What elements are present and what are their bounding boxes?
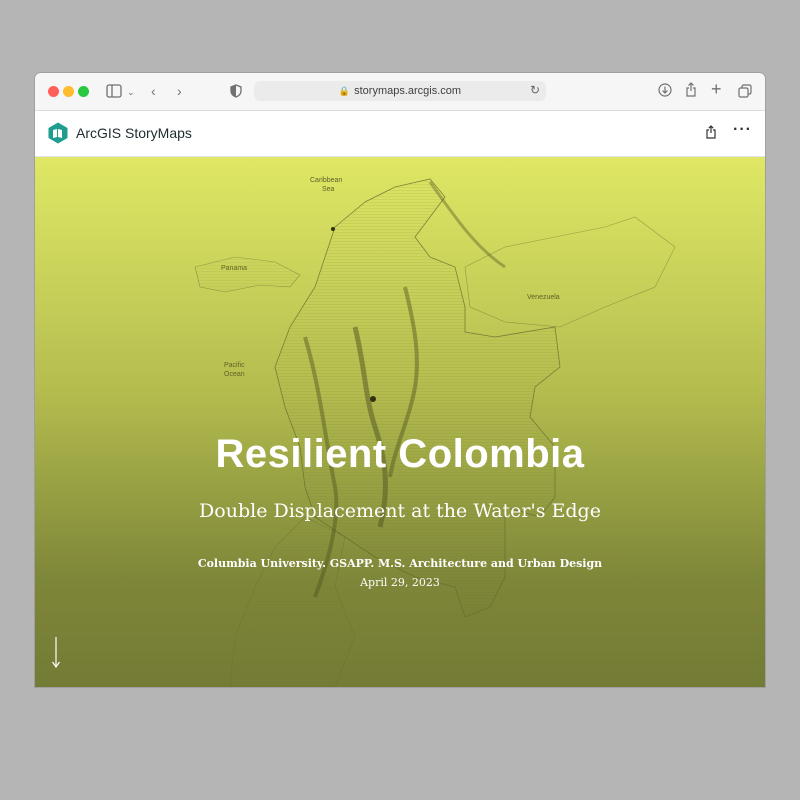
story-byline: Columbia University. GSAPP. M.S. Archite… xyxy=(197,557,603,570)
ecuador-landmass xyxy=(229,516,356,687)
close-window-button[interactable] xyxy=(48,86,59,97)
tab-overview-icon[interactable] xyxy=(738,84,752,98)
story-subtitle: Double Displacement at the Water's Edge xyxy=(199,500,601,522)
map-label-caribbean-2: Sea xyxy=(322,186,335,193)
map-label-caribbean: Caribbean xyxy=(310,177,342,184)
more-options-icon[interactable]: ··· xyxy=(733,122,752,138)
browser-toolbar: ⌄ ‹ › 🔒 storymaps.arcgis.com ↻ + xyxy=(35,73,765,111)
new-tab-icon[interactable]: + xyxy=(711,80,722,98)
minimize-window-button[interactable] xyxy=(63,86,74,97)
story-title: Resilient Colombia xyxy=(215,432,585,476)
lock-icon: 🔒 xyxy=(338,85,351,96)
story-cover: Caribbean Sea Panama Venezuela Pacific O… xyxy=(35,157,765,687)
share-icon[interactable] xyxy=(685,82,697,97)
map-label-panama: Panama xyxy=(221,265,247,272)
browser-window: ⌄ ‹ › 🔒 storymaps.arcgis.com ↻ + ArcGIS … xyxy=(35,73,765,687)
story-date: April 29, 2023 xyxy=(360,576,440,589)
forward-icon[interactable]: › xyxy=(177,82,182,100)
map-label-pacific: Pacific xyxy=(224,362,245,369)
lake-marker xyxy=(331,227,335,231)
arrow-down-icon[interactable] xyxy=(51,637,61,669)
url-text: storymaps.arcgis.com xyxy=(354,85,462,97)
brand-name[interactable]: ArcGIS StoryMaps xyxy=(76,125,192,141)
share-story-icon[interactable] xyxy=(705,125,717,139)
chevron-down-icon[interactable]: ⌄ xyxy=(127,83,135,101)
panama-landmass xyxy=(194,256,301,293)
address-bar[interactable]: 🔒 storymaps.arcgis.com ↻ xyxy=(254,81,546,101)
map-label-venezuela: Venezuela xyxy=(527,294,560,301)
lake-marker xyxy=(370,396,376,402)
storymaps-header: ArcGIS StoryMaps ··· xyxy=(35,111,765,157)
shield-icon[interactable] xyxy=(230,84,242,98)
storymaps-logo-icon[interactable] xyxy=(47,122,69,144)
zoom-window-button[interactable] xyxy=(78,86,89,97)
sidebar-icon[interactable] xyxy=(106,84,122,98)
reload-icon[interactable]: ↻ xyxy=(530,83,540,97)
map-label-pacific-2: Ocean xyxy=(224,371,245,378)
venezuela-landmass xyxy=(464,216,676,328)
colombia-map: Caribbean Sea Panama Venezuela Pacific O… xyxy=(194,177,676,687)
download-icon[interactable] xyxy=(658,83,672,97)
back-icon[interactable]: ‹ xyxy=(151,82,156,100)
